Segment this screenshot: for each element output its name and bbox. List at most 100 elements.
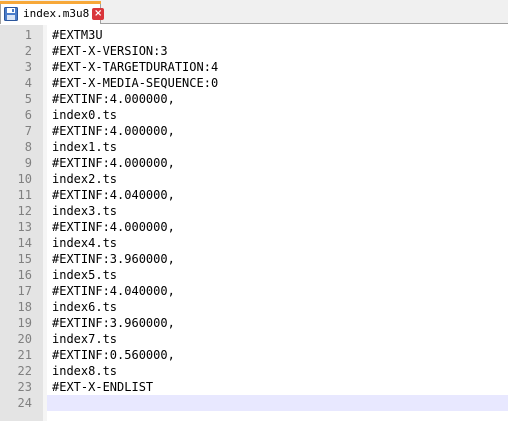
- code-line[interactable]: 20 index7.ts: [0, 331, 508, 347]
- line-text-area[interactable]: #EXTINF:4.000000,: [47, 155, 508, 171]
- line-text-area[interactable]: #EXTINF:0.560000,: [47, 347, 508, 363]
- line-text[interactable]: #EXT-X-TARGETDURATION:4: [52, 59, 218, 75]
- line-text[interactable]: #EXT-X-VERSION:3: [52, 43, 168, 59]
- line-number: 17: [17, 284, 32, 298]
- code-line[interactable]: 4 #EXT-X-MEDIA-SEQUENCE:0: [0, 75, 508, 91]
- line-number: 22: [17, 364, 32, 378]
- code-line[interactable]: 2 #EXT-X-VERSION:3: [0, 43, 508, 59]
- line-text-area[interactable]: #EXTM3U: [47, 27, 508, 43]
- line-text[interactable]: index0.ts: [52, 107, 117, 123]
- line-text[interactable]: index7.ts: [52, 331, 117, 347]
- line-number: 2: [24, 44, 32, 58]
- code-line[interactable]: 12 index3.ts: [0, 203, 508, 219]
- line-number: 18: [17, 300, 32, 314]
- code-line[interactable]: 11 #EXTINF:4.040000,: [0, 187, 508, 203]
- line-text[interactable]: #EXT-X-MEDIA-SEQUENCE:0: [52, 75, 218, 91]
- line-text-area[interactable]: index4.ts: [47, 235, 508, 251]
- line-number: 13: [17, 220, 32, 234]
- code-line[interactable]: 3 #EXT-X-TARGETDURATION:4: [0, 59, 508, 75]
- line-number: 5: [24, 92, 32, 106]
- line-text-area[interactable]: index0.ts: [47, 107, 508, 123]
- code-line[interactable]: 6 index0.ts: [0, 107, 508, 123]
- line-text-area[interactable]: #EXT-X-TARGETDURATION:4: [47, 59, 508, 75]
- code-lines: 1 #EXTM3U 2 #EXT-X-VERSION:3 3 #EXT-X-TARGETD…: [0, 27, 508, 411]
- line-text-area[interactable]: index5.ts: [47, 267, 508, 283]
- line-text-area[interactable]: #EXTINF:4.040000,: [47, 187, 508, 203]
- code-line[interactable]: 1 #EXTM3U: [0, 27, 508, 43]
- line-number: 3: [24, 60, 32, 74]
- line-text-area[interactable]: index7.ts: [47, 331, 508, 347]
- code-line[interactable]: 18 index6.ts: [0, 299, 508, 315]
- line-text-area[interactable]: index2.ts: [47, 171, 508, 187]
- editor-pane[interactable]: 1 #EXTM3U 2 #EXT-X-VERSION:3 3 #EXT-X-TARGETD…: [0, 25, 508, 421]
- code-line[interactable]: 24: [0, 395, 508, 411]
- line-text-area[interactable]: #EXTINF:3.960000,: [47, 315, 508, 331]
- line-number: 16: [17, 268, 32, 282]
- line-number: 20: [17, 332, 32, 346]
- line-number: 4: [24, 76, 32, 90]
- line-number: 1: [24, 28, 32, 42]
- line-text[interactable]: #EXTINF:3.960000,: [52, 315, 175, 331]
- line-text[interactable]: index8.ts: [52, 363, 117, 379]
- code-line[interactable]: 8 index1.ts: [0, 139, 508, 155]
- line-number: 7: [24, 124, 32, 138]
- active-tab-indicator: [0, 1, 101, 4]
- line-number: 9: [24, 156, 32, 170]
- code-line[interactable]: 5 #EXTINF:4.000000,: [0, 91, 508, 107]
- line-text[interactable]: index6.ts: [52, 299, 117, 315]
- code-line[interactable]: 22 index8.ts: [0, 363, 508, 379]
- code-line[interactable]: 9 #EXTINF:4.000000,: [0, 155, 508, 171]
- line-text[interactable]: #EXT-X-ENDLIST: [52, 379, 153, 395]
- line-text-area[interactable]: index3.ts: [47, 203, 508, 219]
- line-text[interactable]: #EXTINF:4.000000,: [52, 123, 175, 139]
- line-text-area[interactable]: index1.ts: [47, 139, 508, 155]
- line-text-area[interactable]: #EXTINF:3.960000,: [47, 251, 508, 267]
- line-text-area[interactable]: #EXT-X-MEDIA-SEQUENCE:0: [47, 75, 508, 91]
- line-text[interactable]: index4.ts: [52, 235, 117, 251]
- line-text-area[interactable]: #EXTINF:4.000000,: [47, 219, 508, 235]
- line-text[interactable]: #EXTINF:4.000000,: [52, 155, 175, 171]
- line-number: 12: [17, 204, 32, 218]
- line-text[interactable]: #EXTINF:0.560000,: [52, 347, 175, 363]
- tab-filename: index.m3u8: [23, 7, 90, 20]
- line-text[interactable]: index2.ts: [52, 171, 117, 187]
- code-line[interactable]: 15 #EXTINF:3.960000,: [0, 251, 508, 267]
- line-text[interactable]: index3.ts: [52, 203, 117, 219]
- line-number: 15: [17, 252, 32, 266]
- code-line[interactable]: 23 #EXT-X-ENDLIST: [0, 379, 508, 395]
- close-tab-icon[interactable]: ×: [92, 7, 105, 20]
- line-number: 19: [17, 316, 32, 330]
- line-text[interactable]: index5.ts: [52, 267, 117, 283]
- line-number: 21: [17, 348, 32, 362]
- line-text-area[interactable]: [47, 395, 508, 411]
- line-text-area[interactable]: #EXTINF:4.000000,: [47, 91, 508, 107]
- line-text[interactable]: #EXTM3U: [52, 27, 103, 43]
- line-text[interactable]: #EXTINF:4.000000,: [52, 91, 175, 107]
- line-text-area[interactable]: #EXTINF:4.000000,: [47, 123, 508, 139]
- line-number: 14: [17, 236, 32, 250]
- code-line[interactable]: 19 #EXTINF:3.960000,: [0, 315, 508, 331]
- saved-file-icon: [4, 6, 18, 21]
- line-text[interactable]: #EXTINF:4.040000,: [52, 187, 175, 203]
- line-text-area[interactable]: #EXT-X-ENDLIST: [47, 379, 508, 395]
- line-text-area[interactable]: index8.ts: [47, 363, 508, 379]
- line-text[interactable]: #EXTINF:4.000000,: [52, 219, 175, 235]
- code-line[interactable]: 21 #EXTINF:0.560000,: [0, 347, 508, 363]
- line-text-area[interactable]: index6.ts: [47, 299, 508, 315]
- line-text[interactable]: #EXTINF:3.960000,: [52, 251, 175, 267]
- code-line[interactable]: 17 #EXTINF:4.040000,: [0, 283, 508, 299]
- line-number: 10: [17, 172, 32, 186]
- line-text[interactable]: #EXTINF:4.040000,: [52, 283, 175, 299]
- line-text-area[interactable]: #EXTINF:4.040000,: [47, 283, 508, 299]
- line-text-area[interactable]: #EXT-X-VERSION:3: [47, 43, 508, 59]
- code-line[interactable]: 7 #EXTINF:4.000000,: [0, 123, 508, 139]
- line-text[interactable]: index1.ts: [52, 139, 117, 155]
- code-line[interactable]: 10 index2.ts: [0, 171, 508, 187]
- tab-bar: index.m3u8 ×: [0, 0, 508, 24]
- tab-index-m3u8[interactable]: index.m3u8 ×: [0, 1, 105, 24]
- line-number: 8: [24, 140, 32, 154]
- code-line[interactable]: 14 index4.ts: [0, 235, 508, 251]
- line-number: 6: [24, 108, 32, 122]
- code-line[interactable]: 13 #EXTINF:4.000000,: [0, 219, 508, 235]
- code-line[interactable]: 16 index5.ts: [0, 267, 508, 283]
